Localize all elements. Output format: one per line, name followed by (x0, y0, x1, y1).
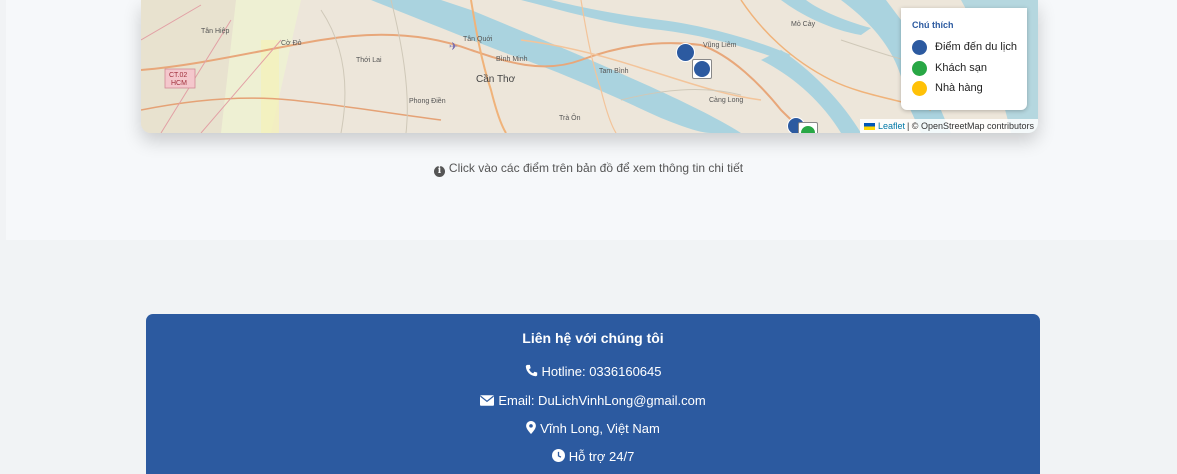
map-label: Cần Thơ (476, 73, 516, 85)
support-line: Hỗ trợ 24/7 (146, 449, 1040, 464)
map-label: Tam Bình (599, 68, 629, 75)
legend-item-hotel: Khách sạn (912, 59, 987, 77)
legend-item-restaurant: Nhà hàng (912, 79, 983, 97)
legend-title: Chú thích (912, 20, 954, 30)
clock-icon (551, 449, 565, 462)
map-hint: i Click vào các điểm trên bản đồ để xem t… (0, 161, 1177, 177)
address-text: Vĩnh Long, Việt Nam (540, 421, 660, 436)
contact-footer: Liên hệ với chúng tôi Hotline: 033616064… (146, 314, 1040, 474)
attraction-marker[interactable] (692, 59, 712, 79)
restaurant-dot-icon (912, 80, 927, 96)
map-label: Bình Minh (496, 56, 528, 63)
email-text[interactable]: Email: DuLichVinhLong@gmail.com (498, 393, 705, 408)
svg-text:✈: ✈ (449, 40, 458, 53)
map-label: Tân Hiệp (201, 28, 230, 35)
leaflet-link[interactable]: Leaflet (878, 121, 905, 131)
map-hint-text: Click vào các điểm trên bản đồ để xem th… (448, 161, 744, 175)
ukraine-flag-icon (863, 122, 875, 130)
legend-item-label: Điểm đến du lịch (935, 41, 1017, 53)
hotline-text[interactable]: Hotline: 0336160645 (542, 364, 662, 379)
road-shield-label: CT.02 (169, 72, 187, 79)
map-attribution: Leaflet | © OpenStreetMap contributors (859, 119, 1038, 133)
map-label: Phong Điền (409, 96, 446, 105)
legend-item-label: Khách sạn (935, 62, 987, 74)
envelope-icon (480, 395, 495, 406)
phone-icon (525, 364, 537, 377)
email-line: Email: DuLichVinhLong@gmail.com (146, 393, 1040, 408)
map-container[interactable]: ✈ Tân Hiệp Cờ Đỏ Thới Lai Tân Quới Bình … (141, 0, 1038, 133)
map-pin-icon (526, 421, 536, 434)
hotline-line: Hotline: 0336160645 (146, 364, 1040, 379)
map-label: Mỏ Cày (791, 20, 816, 28)
map-label: Thới Lai (356, 57, 382, 64)
attraction-dot-icon (912, 39, 927, 55)
support-text: Hỗ trợ 24/7 (568, 449, 635, 464)
info-icon: i (433, 166, 445, 177)
map-label: Tân Quới (463, 36, 493, 43)
map-label: Cờ Đỏ (281, 39, 302, 47)
map-label: Vũng Liêm (703, 42, 737, 49)
road-shield-label: HCM (171, 80, 187, 87)
map-label: Trà Ôn (559, 113, 581, 122)
hotel-dot-icon (912, 60, 927, 76)
legend-item-attraction: Điểm đến du lịch (912, 38, 1017, 56)
hotel-marker[interactable] (798, 122, 818, 133)
legend-item-label: Nhà hàng (935, 82, 983, 94)
map-legend: Chú thích Điểm đến du lịch Khách sạn Nhà… (901, 8, 1027, 110)
contact-title: Liên hệ với chúng tôi (522, 330, 664, 346)
map-label: Càng Long (709, 97, 743, 104)
address-line: Vĩnh Long, Việt Nam (146, 421, 1040, 436)
osm-attribution: | © OpenStreetMap contributors (906, 121, 1034, 131)
